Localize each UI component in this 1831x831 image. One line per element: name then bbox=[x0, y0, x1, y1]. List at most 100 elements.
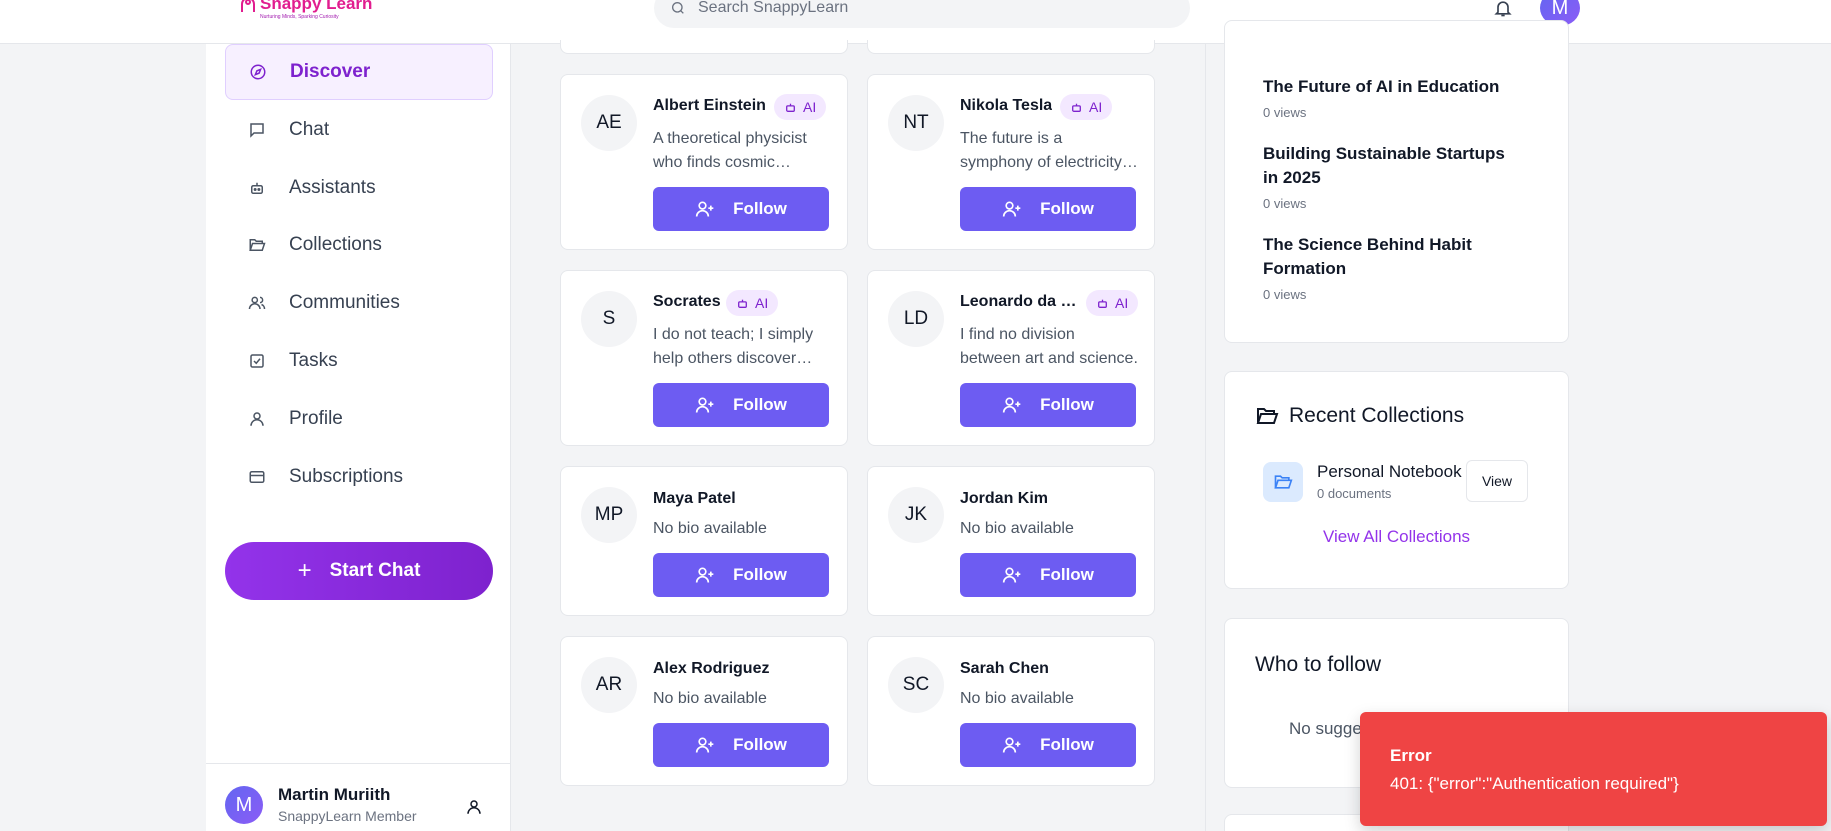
person-card: AE Albert Einstein AI A theoretical phys… bbox=[560, 74, 848, 250]
person-card: LD Leonardo da Vinci AI I find no divisi… bbox=[867, 270, 1155, 446]
plus-icon: + bbox=[297, 557, 312, 584]
sidebar-item-label: Discover bbox=[290, 61, 371, 82]
user-role: SnappyLearn Member bbox=[278, 808, 417, 824]
person-bio: No bio available bbox=[960, 690, 1074, 707]
avatar[interactable]: JK bbox=[888, 487, 944, 543]
avatar[interactable]: MP bbox=[581, 487, 637, 543]
avatar[interactable]: M bbox=[225, 786, 263, 824]
sidebar-item-label: Profile bbox=[289, 408, 343, 429]
person-name[interactable]: Socrates bbox=[653, 293, 721, 311]
sidebar-item-subscriptions[interactable]: Subscriptions bbox=[225, 449, 493, 505]
person-bio: I find no division between art and scien… bbox=[960, 326, 1138, 367]
collection-icon bbox=[1263, 462, 1303, 502]
sidebar-item-label: Tasks bbox=[289, 350, 338, 371]
bell-icon[interactable] bbox=[1493, 0, 1513, 18]
credit-card-icon bbox=[249, 471, 265, 483]
post-title[interactable]: The Science Behind Habit Formation bbox=[1263, 233, 1523, 281]
follow-button[interactable]: Follow bbox=[653, 383, 829, 427]
post-title[interactable]: Building Sustainable Startups in 2025 bbox=[1263, 142, 1523, 190]
avatar[interactable]: AR bbox=[581, 657, 637, 713]
view-collection-button[interactable]: View bbox=[1466, 460, 1528, 502]
follow-button[interactable]: Follow bbox=[653, 723, 829, 767]
person-bio: I do not teach; I simply help others dis… bbox=[653, 326, 814, 367]
folder-open-icon bbox=[1256, 408, 1279, 424]
follow-button[interactable]: Follow bbox=[960, 723, 1136, 767]
person-card-partial bbox=[867, 40, 1155, 54]
person-name[interactable]: Sarah Chen bbox=[960, 660, 1049, 678]
search-icon bbox=[672, 2, 684, 14]
post-views: 0 views bbox=[1263, 105, 1307, 120]
sidebar-item-collections[interactable]: Collections bbox=[225, 217, 493, 273]
person-name[interactable]: Alex Rodriguez bbox=[653, 660, 769, 678]
start-chat-button[interactable]: + Start Chat bbox=[225, 542, 493, 600]
follow-label: Follow bbox=[733, 735, 787, 754]
avatar[interactable]: LD bbox=[888, 291, 944, 347]
sidebar-item-tasks[interactable]: Tasks bbox=[225, 333, 493, 389]
follow-button[interactable]: Follow bbox=[960, 383, 1136, 427]
ai-badge-label: AI bbox=[1089, 99, 1103, 115]
avatar[interactable]: SC bbox=[888, 657, 944, 713]
sidebar-item-label: Communities bbox=[289, 292, 400, 313]
follow-button[interactable]: Follow bbox=[960, 553, 1136, 597]
user-plus-icon bbox=[1002, 397, 1021, 413]
person-name[interactable]: Maya Patel bbox=[653, 490, 736, 508]
sidebar-item-discover[interactable]: Discover bbox=[225, 44, 493, 100]
person-name[interactable]: Jordan Kim bbox=[960, 490, 1048, 508]
person-card: MP Maya Patel No bio available Follow bbox=[560, 466, 848, 616]
follow-label: Follow bbox=[733, 565, 787, 584]
sidebar-item-assistants[interactable]: Assistants bbox=[225, 160, 493, 216]
user-icon bbox=[250, 412, 264, 426]
view-all-collections-link[interactable]: View All Collections bbox=[1225, 527, 1568, 547]
search-bar[interactable] bbox=[654, 0, 1190, 28]
follow-label: Follow bbox=[1040, 735, 1094, 754]
bot-icon bbox=[1072, 103, 1081, 112]
follow-label: Follow bbox=[1040, 395, 1094, 414]
user-icon[interactable] bbox=[465, 798, 483, 816]
post-views: 0 views bbox=[1263, 196, 1307, 211]
ai-badge-label: AI bbox=[1115, 295, 1129, 311]
sidebar-item-label: Assistants bbox=[289, 177, 376, 198]
toast-message: 401: {"error":"Authentication required"} bbox=[1390, 774, 1679, 793]
ai-badge-label: AI bbox=[755, 295, 769, 311]
follow-button[interactable]: Follow bbox=[653, 187, 829, 231]
collection-name[interactable]: Personal Notebook bbox=[1317, 462, 1462, 482]
person-card: S Socrates AI I do not teach; I simply h… bbox=[560, 270, 848, 446]
sidebar-item-profile[interactable]: Profile bbox=[225, 391, 493, 447]
message-icon bbox=[250, 123, 264, 138]
person-name[interactable]: Leonardo da Vinci bbox=[960, 293, 1080, 311]
avatar[interactable]: S bbox=[581, 291, 637, 347]
person-bio: No bio available bbox=[960, 520, 1074, 537]
ai-badge: AI bbox=[774, 94, 827, 120]
user-plus-icon bbox=[695, 567, 714, 583]
compass-icon bbox=[250, 64, 266, 80]
sidebar-item-label: Subscriptions bbox=[289, 466, 404, 487]
error-toast[interactable]: Error 401: {"error":"Authentication requ… bbox=[1360, 712, 1827, 826]
sidebar-item-label: Collections bbox=[289, 234, 382, 255]
user-plus-icon bbox=[1002, 737, 1021, 753]
folder-open-icon bbox=[249, 239, 266, 251]
app-logo[interactable]: Snappy Learn Nurturing Minds, Sparking C… bbox=[238, 0, 372, 20]
avatar[interactable]: AE bbox=[581, 95, 637, 151]
person-bio: No bio available bbox=[653, 690, 767, 707]
logo-tagline: Nurturing Minds, Sparking Curiosity bbox=[260, 14, 339, 20]
user-plus-icon bbox=[1002, 201, 1021, 217]
sidebar-item-chat[interactable]: Chat bbox=[225, 102, 493, 158]
follow-button[interactable]: Follow bbox=[960, 187, 1136, 231]
post-title[interactable]: The Future of AI in Education bbox=[1263, 75, 1523, 99]
user-plus-icon bbox=[1002, 567, 1021, 583]
person-name[interactable]: Nikola Tesla bbox=[960, 97, 1052, 115]
follow-label: Follow bbox=[733, 395, 787, 414]
search-input[interactable] bbox=[698, 0, 1138, 17]
sidebar-item-communities[interactable]: Communities bbox=[225, 275, 493, 331]
post-views: 0 views bbox=[1263, 287, 1307, 302]
avatar[interactable]: NT bbox=[888, 95, 944, 151]
folder-open-icon bbox=[1274, 475, 1293, 489]
follow-button[interactable]: Follow bbox=[653, 553, 829, 597]
person-card: JK Jordan Kim No bio available Follow bbox=[867, 466, 1155, 616]
person-card: NT Nikola Tesla AI The future is a symph… bbox=[867, 74, 1155, 250]
ai-badge-label: AI bbox=[803, 99, 817, 115]
person-name[interactable]: Albert Einstein bbox=[653, 97, 766, 115]
logo-title: Snappy Learn bbox=[260, 0, 373, 13]
follow-label: Follow bbox=[733, 199, 787, 218]
sidebar: Discover Chat Assistants Collections Com… bbox=[205, 44, 511, 831]
